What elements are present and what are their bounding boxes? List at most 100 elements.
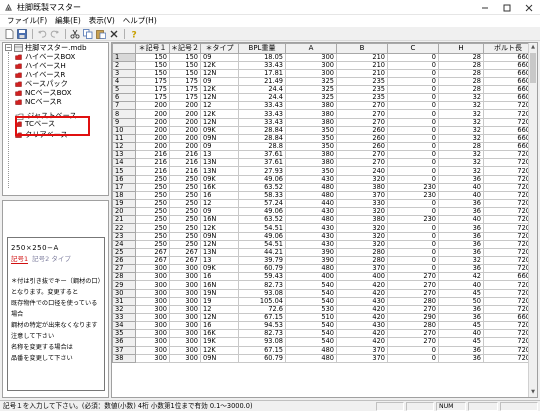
table-cell[interactable]: 200 — [135, 133, 170, 144]
table-cell[interactable]: 280 — [387, 296, 439, 306]
table-cell[interactable]: 36 — [438, 345, 484, 355]
table-cell[interactable]: 325 — [285, 85, 337, 95]
close-button[interactable] — [518, 0, 540, 15]
table-cell[interactable]: 12N — [200, 239, 239, 249]
table-cell[interactable]: 200 — [169, 101, 201, 111]
table-cell[interactable]: 32 — [438, 150, 484, 160]
table-cell[interactable]: 33.43 — [238, 117, 286, 127]
table-cell[interactable]: 235 — [336, 93, 388, 103]
row-header[interactable]: 34 — [112, 321, 136, 331]
table-cell[interactable]: 660 — [483, 60, 533, 70]
table-cell[interactable]: 330 — [336, 199, 388, 209]
column-header[interactable]: ＊記号２ — [169, 43, 201, 54]
table-cell[interactable]: 300 — [135, 312, 170, 323]
column-header[interactable]: H — [438, 43, 484, 54]
table-row[interactable]: 37 300 300 12K 67.15 480 370 0 36 720 — [112, 345, 533, 355]
table-cell[interactable]: 09 — [200, 142, 239, 152]
table-cell[interactable]: 150 — [169, 60, 201, 70]
table-cell[interactable]: 150 — [135, 68, 170, 78]
table-cell[interactable]: 270 — [336, 117, 388, 127]
table-cell[interactable]: 12N — [200, 93, 239, 103]
row-header[interactable]: 27 — [112, 264, 136, 274]
table-row[interactable]: 38 300 300 09N 60.79 480 370 0 36 720 — [112, 353, 533, 363]
table-cell[interactable]: 36 — [438, 199, 484, 209]
table-cell[interactable]: 200 — [169, 133, 201, 144]
cut-button[interactable] — [69, 28, 81, 39]
table-cell[interactable]: 480 — [285, 215, 337, 225]
table-cell[interactable]: 32 — [438, 256, 484, 266]
table-cell[interactable]: 12K — [200, 85, 239, 95]
table-cell[interactable]: 325 — [285, 93, 337, 103]
table-cell[interactable]: 36 — [438, 304, 484, 315]
table-cell[interactable]: 63.52 — [238, 182, 286, 192]
table-row[interactable]: 19 250 250 12 57.24 440 330 0 36 720 — [112, 199, 533, 209]
table-cell[interactable]: 540 — [285, 337, 337, 347]
table-cell[interactable]: 150 — [135, 60, 170, 70]
table-cell[interactable]: 260 — [336, 133, 388, 144]
table-cell[interactable]: 12K — [200, 223, 239, 233]
table-cell[interactable]: 40 — [438, 182, 484, 192]
table-cell[interactable]: 36 — [438, 207, 484, 217]
table-cell[interactable]: 175 — [169, 85, 201, 95]
table-cell[interactable]: 350 — [285, 125, 337, 135]
table-cell[interactable]: 250 — [169, 182, 201, 192]
table-cell[interactable]: 150 — [169, 52, 201, 62]
table-cell[interactable]: 150 — [135, 52, 170, 62]
row-header[interactable]: 10 — [112, 125, 136, 135]
table-cell[interactable]: 380 — [336, 182, 388, 192]
table-cell[interactable]: 250 — [169, 207, 201, 217]
row-header[interactable]: 9 — [112, 117, 136, 127]
table-cell[interactable]: 300 — [135, 337, 170, 347]
table-cell[interactable]: 09K — [200, 174, 239, 184]
scroll-up-arrow-icon[interactable]: ▲ — [529, 43, 537, 52]
table-row[interactable]: 33 300 300 12N 67.15 510 420 290 36 660 — [112, 312, 533, 323]
table-cell[interactable]: 13N — [200, 158, 239, 168]
table-row[interactable]: 21 250 250 16N 63.52 480 380 230 40 720 — [112, 215, 533, 225]
table-cell[interactable]: 300 — [169, 304, 201, 315]
table-cell[interactable]: 540 — [285, 329, 337, 339]
table-cell[interactable]: 510 — [285, 312, 337, 323]
table-cell[interactable]: 240 — [336, 166, 388, 176]
column-header[interactable]: C — [387, 43, 439, 54]
table-cell[interactable]: 250 — [135, 215, 170, 225]
table-cell[interactable]: 720 — [483, 223, 533, 233]
table-cell[interactable]: 720 — [483, 239, 533, 249]
row-header[interactable]: 2 — [112, 60, 136, 70]
delete-button[interactable] — [108, 28, 120, 39]
table-cell[interactable]: 16 — [200, 272, 239, 282]
table-row[interactable]: 10 200 200 09K 28.84 350 260 0 32 660 — [112, 125, 533, 135]
table-cell[interactable]: 350 — [285, 142, 337, 152]
vertical-scrollbar[interactable]: ▲ ▼ — [528, 43, 537, 397]
save-button[interactable] — [16, 28, 28, 39]
table-cell[interactable]: 420 — [336, 288, 388, 298]
table-cell[interactable]: 19 — [200, 296, 239, 306]
copy-button[interactable] — [82, 28, 94, 39]
table-cell[interactable]: 33.43 — [238, 101, 286, 111]
table-cell[interactable]: 0 — [387, 174, 439, 184]
table-cell[interactable]: 42 — [438, 272, 484, 282]
table-cell[interactable]: 300 — [135, 288, 170, 298]
table-cell[interactable]: 105.04 — [238, 296, 286, 306]
table-cell[interactable]: 720 — [483, 329, 533, 339]
table-cell[interactable]: 0 — [387, 101, 439, 111]
table-cell[interactable]: 12 — [200, 304, 239, 315]
table-cell[interactable]: 60.79 — [238, 353, 286, 363]
table-cell[interactable]: 54.51 — [238, 239, 286, 249]
table-cell[interactable]: 50 — [438, 296, 484, 306]
table-cell[interactable]: 720 — [483, 288, 533, 298]
table-cell[interactable]: 720 — [483, 150, 533, 160]
table-cell[interactable]: 37.61 — [238, 150, 286, 160]
row-header[interactable]: 8 — [112, 109, 136, 119]
table-cell[interactable]: 480 — [285, 353, 337, 363]
help-button[interactable]: ? — [128, 28, 140, 39]
table-cell[interactable]: 270 — [336, 109, 388, 119]
table-cell[interactable]: 720 — [483, 117, 533, 127]
table-cell[interactable]: 300 — [169, 296, 201, 306]
row-header[interactable]: 32 — [112, 304, 136, 315]
table-row[interactable]: 18 250 250 16 58.33 480 370 230 40 720 — [112, 190, 533, 201]
table-cell[interactable]: 300 — [169, 321, 201, 331]
table-cell[interactable]: 720 — [483, 337, 533, 347]
table-cell[interactable]: 200 — [169, 125, 201, 135]
table-cell[interactable]: 390 — [285, 247, 337, 258]
table-cell[interactable]: 250 — [135, 190, 170, 201]
